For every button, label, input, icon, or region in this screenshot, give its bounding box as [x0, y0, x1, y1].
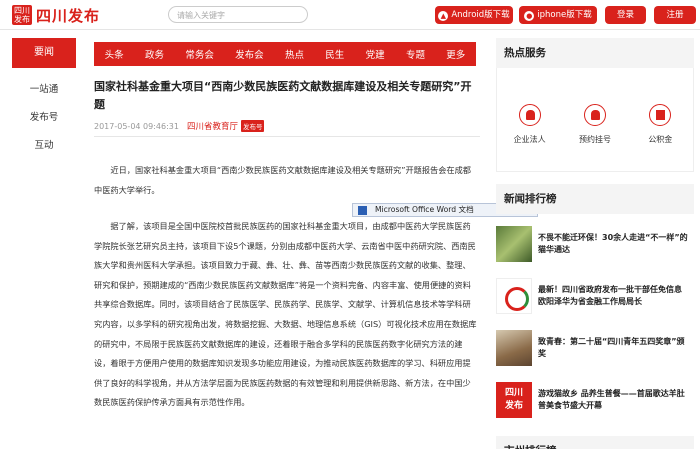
top-bar: 四川 发布 四川发布 请输入关键字 ▲ Android版下载 ● iphone版下载 … — [0, 0, 700, 30]
news-thumbnail-logo: 四川 发布 — [496, 382, 532, 418]
logo-text: 四川发布 — [36, 6, 101, 25]
iphone-download-label: iphone版下载 — [537, 10, 592, 20]
service-label: 预约挂号 — [578, 135, 611, 144]
iphone-download-button[interactable]: ● iphone版下载 — [519, 6, 597, 24]
left-nav-item-active[interactable]: 要闻 — [12, 38, 76, 68]
city-rank-title: 市州排行榜 — [496, 436, 694, 449]
android-download-button[interactable]: ▲ Android版下载 — [435, 6, 513, 24]
channel-tab[interactable]: 民生 — [325, 47, 344, 61]
service-label: 公积金 — [648, 135, 673, 144]
search-input[interactable]: 请输入关键字 — [168, 6, 308, 23]
apple-icon: ● — [524, 11, 535, 21]
news-rank-item[interactable]: 最新！四川省政府发布一批干部任免信息 欧阳泽华为省金融工作局局长 — [496, 274, 694, 318]
left-nav-item[interactable]: 发布号 — [0, 104, 88, 132]
article-paragraph: 据了解，该项目是全国中医院校首批民族医药的国家社科基金重大项目，由成都中医药大学… — [94, 221, 477, 408]
login-button[interactable]: 登录 — [605, 6, 646, 24]
news-headline[interactable]: 最新！四川省政府发布一批干部任免信息 欧阳泽华为省金融工作局局长 — [538, 284, 688, 308]
android-icon: ▲ — [438, 11, 449, 21]
news-headline[interactable]: 游戏猫故乡 品养生普餐——首届歌达羊肚普美食节盛大开幕 — [538, 388, 688, 412]
left-nav-item[interactable]: 互动 — [0, 132, 88, 160]
news-thumbnail — [496, 330, 532, 366]
divider — [94, 136, 480, 137]
logo-mark: 四川 发布 — [12, 5, 32, 25]
source-tag-badge: 发布号 — [240, 120, 265, 132]
article-title: 国家社科基金重大项目“西南少数民族医药文献数据库建设及相关专题研究”开题 — [94, 80, 472, 111]
article-source-link[interactable]: 四川省教育厅 — [187, 120, 238, 132]
right-column: 热点服务 企业法人 预约挂号 公积金 新闻排行榜 不畏不能迁环保！30余人走进“… — [496, 38, 694, 449]
service-appointment[interactable]: 预约挂号 — [569, 68, 621, 171]
article-paragraph: 近日，国家社科基金重大项目“西南少数民族医药文献数据库建设及相关专题研究”开题报… — [94, 165, 471, 195]
news-rank-item[interactable]: 致青春：第二十届“四川青年五四奖章”颁奖 — [496, 326, 694, 370]
news-rank-list: 不畏不能迁环保！30余人走进“不一样”的猫华通达 最新！四川省政府发布一批干部任… — [496, 222, 694, 422]
hot-services-title: 热点服务 — [496, 38, 694, 68]
service-business-entity[interactable]: 企业法人 — [504, 68, 556, 171]
channel-tab[interactable]: 专题 — [406, 47, 425, 61]
channel-tab[interactable]: 常务会 — [185, 47, 214, 61]
channel-tab[interactable]: 政务 — [145, 47, 164, 61]
house-icon — [649, 104, 672, 126]
channel-tab[interactable]: 头条 — [105, 47, 124, 61]
article-date: 2017-05-04 09:46:31 — [94, 121, 179, 131]
news-rank-title: 新闻排行榜 — [496, 184, 694, 214]
register-button[interactable]: 注册 — [654, 6, 696, 24]
channel-tab[interactable]: 发布会 — [235, 47, 264, 61]
channel-tab[interactable]: 党建 — [366, 47, 385, 61]
left-nav: 要闻 一站通 发布号 互动 — [0, 38, 88, 160]
news-thumbnail — [496, 226, 532, 262]
business-person-icon — [518, 104, 541, 126]
channel-tab[interactable]: 热点 — [285, 47, 304, 61]
android-download-label: Android版下载 — [451, 10, 510, 20]
news-thumbnail — [496, 278, 532, 314]
news-rank-item[interactable]: 四川 发布 游戏猫故乡 品养生普餐——首届歌达羊肚普美食节盛大开幕 — [496, 378, 694, 422]
word-document-icon — [358, 206, 367, 215]
news-headline[interactable]: 不畏不能迁环保！30余人走进“不一样”的猫华通达 — [538, 232, 688, 256]
left-nav-item[interactable]: 一站通 — [0, 76, 88, 104]
channel-tab[interactable]: 更多 — [446, 47, 465, 61]
article-meta: 2017-05-04 09:46:31 四川省教育厅 发布号 — [94, 120, 265, 132]
site-logo[interactable]: 四川 发布 四川发布 — [12, 4, 100, 26]
news-headline[interactable]: 致青春：第二十届“四川青年五四奖章”颁奖 — [538, 336, 688, 360]
service-label: 企业法人 — [513, 135, 546, 144]
tooltip-label: Microsoft Office Word 文档 — [375, 205, 474, 214]
news-rank-item[interactable]: 不畏不能迁环保！30余人走进“不一样”的猫华通达 — [496, 222, 694, 266]
hot-services-panel: 企业法人 预约挂号 公积金 — [496, 68, 694, 172]
doctor-icon — [583, 104, 606, 126]
channel-bar: 头条 政务 常务会 发布会 热点 民生 党建 专题 更多 — [94, 42, 476, 66]
service-housing-fund[interactable]: 公积金 — [634, 68, 686, 171]
